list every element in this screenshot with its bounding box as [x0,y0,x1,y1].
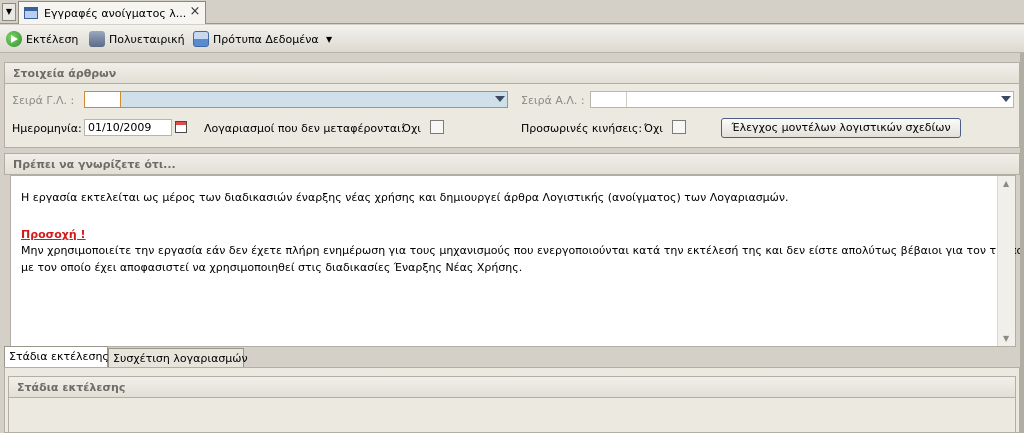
template-data-button-label: Πρότυπα Δεδομένα [213,32,319,46]
articles-panel-title: Στοιχεία άρθρων [13,67,117,80]
stages-panel-header: Στάδια εκτέλεσης [8,376,1016,398]
gl-series-dropdown[interactable] [491,92,507,107]
check-account-plan-models-button[interactable]: Έλεγχος μοντέλων λογιστικών σχεδίων [721,118,961,138]
al-series-code-input[interactable] [591,92,627,107]
date-label: Ημερομηνία: [12,122,82,135]
multi-company-button[interactable]: Πολυεταιρική [89,29,185,49]
chevron-down-icon [495,96,505,102]
buildings-icon [89,31,105,47]
document-tab-title: Εγγραφές ανοίγματος λ... [44,7,187,20]
template-data-dropdown-icon[interactable]: ▼ [326,35,332,44]
document-tab-strip: ▼ Εγγραφές ανοίγματος λ... × [0,0,1024,24]
run-button[interactable]: Εκτέλεση [6,29,78,49]
notice-line-1: Η εργασία εκτελείται ως μέρος των διαδικ… [21,191,789,204]
run-button-label: Εκτέλεση [26,32,79,46]
temporary-moves-value: Όχι [644,122,664,135]
template-data-button[interactable]: Πρότυπα Δεδομένα [193,29,319,49]
notice-warning: Προσοχή ! [21,228,86,241]
window-icon [24,7,38,19]
document-tab[interactable]: Εγγραφές ανοίγματος λ... × [18,1,206,24]
date-input[interactable]: 01/10/2009 [84,119,172,136]
non-transfer-accounts-value: Όχι [402,122,422,135]
tab-list-menu-button[interactable]: ▼ [2,3,16,21]
tab-execution-stages[interactable]: Στάδια εκτέλεσης [4,346,109,367]
temporary-moves-checkbox[interactable] [672,120,686,134]
window-right-border [1020,53,1024,433]
al-series-combo[interactable] [590,91,1014,108]
notice-scrollbar[interactable]: ▲ ▼ [997,176,1015,346]
tab-account-correlation[interactable]: Συσχέτιση λογαριασμών [108,348,248,368]
notice-panel-title: Πρέπει να γνωρίζετε ότι... [13,158,176,171]
toolbar: Εκτέλεση Πολυεταιρική Πρότυπα Δεδομένα ▼ [0,25,1024,53]
non-transfer-accounts-label: Λογαριασμοί που δεν μεταφέρονται: [204,122,405,135]
stages-panel [8,398,1016,433]
notice-panel-header: Πρέπει να γνωρίζετε ότι... [4,153,1020,175]
non-transfer-accounts-checkbox[interactable] [430,120,444,134]
temporary-moves-label: Προσωρινές κινήσεις: [521,122,643,135]
multi-company-button-label: Πολυεταιρική [109,32,185,46]
run-icon [6,31,22,47]
stages-panel-title: Στάδια εκτέλεσης [17,381,126,394]
gl-series-label: Σειρά Γ.Λ. : [12,94,75,107]
notice-line-3: με τον οποίο έχει αποφασιστεί να χρησιμο… [21,261,523,274]
scroll-down-icon[interactable]: ▼ [1003,334,1009,343]
scroll-up-icon[interactable]: ▲ [1003,179,1009,188]
al-series-dropdown[interactable] [997,92,1013,107]
al-series-label: Σειρά Α.Λ. : [521,94,585,107]
gl-series-combo[interactable] [84,91,508,108]
close-icon[interactable]: × [187,4,203,20]
calendar-icon[interactable] [175,121,187,133]
chevron-down-icon [1001,96,1011,102]
table-icon [193,31,209,47]
notice-line-2: Μην χρησιμοποιείτε την εργασία εάν δεν έ… [21,244,1024,257]
articles-panel-header: Στοιχεία άρθρων [4,62,1020,84]
notice-text-area: Η εργασία εκτελείται ως μέρος των διαδικ… [10,175,1023,347]
gl-series-code-input[interactable] [85,92,121,107]
